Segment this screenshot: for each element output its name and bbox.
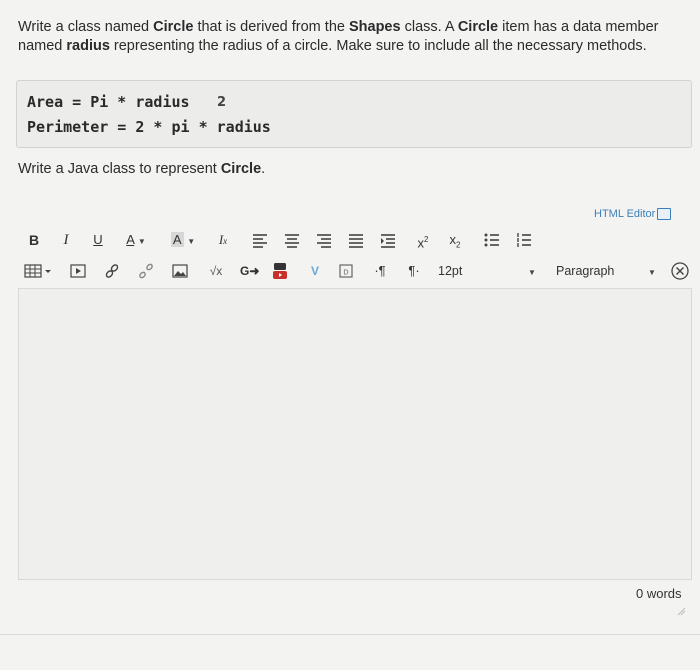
align-center-icon[interactable]	[284, 228, 302, 252]
area-formula: Area = Pi * radius	[27, 93, 190, 111]
divider	[0, 634, 700, 635]
clear-formatting-icon[interactable]: Ix	[214, 228, 232, 252]
subquestion-prefix: Write a Java class to represent	[18, 161, 221, 177]
underline-icon[interactable]: U	[90, 228, 106, 252]
ltr-icon[interactable]: ·¶	[370, 259, 390, 283]
exponent: 2	[217, 95, 227, 110]
html-editor-label[interactable]: HTML Editor	[594, 208, 655, 220]
align-left-icon[interactable]	[252, 228, 270, 252]
word-count: 0 words	[636, 586, 682, 601]
numbered-list-icon[interactable]	[516, 228, 534, 252]
html-editor-link[interactable]: HTML Editor	[594, 208, 672, 220]
code-block: Area = Pi * radius 2 Perimeter = 2 * pi …	[16, 80, 692, 148]
equation-icon[interactable]: √x	[206, 259, 226, 283]
italic-icon[interactable]: I	[58, 228, 74, 252]
align-right-icon[interactable]	[316, 228, 334, 252]
subscript-icon[interactable]: x2	[446, 228, 464, 252]
paragraph-dropdown-arrow[interactable]: ▼	[646, 259, 658, 283]
question-segment: Write a class named	[18, 19, 154, 35]
keyboard-icon[interactable]	[657, 208, 672, 220]
table-icon[interactable]	[24, 259, 54, 283]
svg-text:D: D	[343, 269, 348, 277]
youtube-icon[interactable]	[272, 259, 290, 283]
media-icon[interactable]	[70, 259, 88, 283]
toolbar-row-1: B I U A ▼ A ▼ Ix x2 x2	[18, 228, 698, 252]
code-line-area: Area = Pi * radius 2	[27, 93, 226, 111]
question-emphasis: Circle	[153, 19, 194, 35]
code-line-perimeter: Perimeter = 2 * pi * radius	[27, 118, 271, 136]
subquestion-suffix: .	[261, 161, 266, 177]
image-icon[interactable]	[172, 259, 190, 283]
subquestion-text: Write a Java class to represent Circle.	[18, 161, 265, 177]
vimeo-icon[interactable]: V	[306, 259, 324, 283]
font-size-dropdown-arrow[interactable]: ▼	[526, 259, 538, 283]
bold-icon[interactable]: B	[26, 228, 42, 252]
rich-text-editor[interactable]	[18, 288, 692, 580]
paragraph-select[interactable]: Paragraph	[556, 259, 626, 283]
document-icon[interactable]: D	[338, 259, 356, 283]
rtl-icon[interactable]: ¶·	[404, 259, 424, 283]
accessibility-icon[interactable]	[670, 259, 692, 283]
resize-handle-icon[interactable]	[676, 603, 686, 616]
align-justify-icon[interactable]	[348, 228, 366, 252]
toolbar-row-2: √x G➜ V D ·¶ ¶· 12pt ▼ Paragraph ▼	[18, 259, 698, 283]
question-text: Write a class named Circle that is deriv…	[18, 18, 682, 56]
indent-icon[interactable]	[380, 228, 398, 252]
text-color-icon[interactable]: A ▼	[122, 228, 150, 252]
question-segment: representing the radius of a circle. Mak…	[109, 38, 647, 54]
question-emphasis: Shapes	[348, 19, 401, 35]
bullet-list-icon[interactable]	[484, 228, 502, 252]
question-segment: class. A	[400, 19, 458, 35]
background-color-icon[interactable]: A ▼	[168, 228, 198, 252]
subquestion-emphasis: Circle	[220, 161, 262, 177]
question-emphasis: Circle	[457, 19, 499, 35]
question-emphasis: radius	[66, 38, 110, 54]
unlink-icon[interactable]	[138, 259, 156, 283]
google-drive-icon[interactable]: G➜	[240, 259, 259, 283]
link-icon[interactable]	[104, 259, 122, 283]
question-segment: that is derived from the	[193, 19, 349, 35]
superscript-icon[interactable]: x2	[414, 228, 432, 252]
font-size-select[interactable]: 12pt	[438, 259, 470, 283]
